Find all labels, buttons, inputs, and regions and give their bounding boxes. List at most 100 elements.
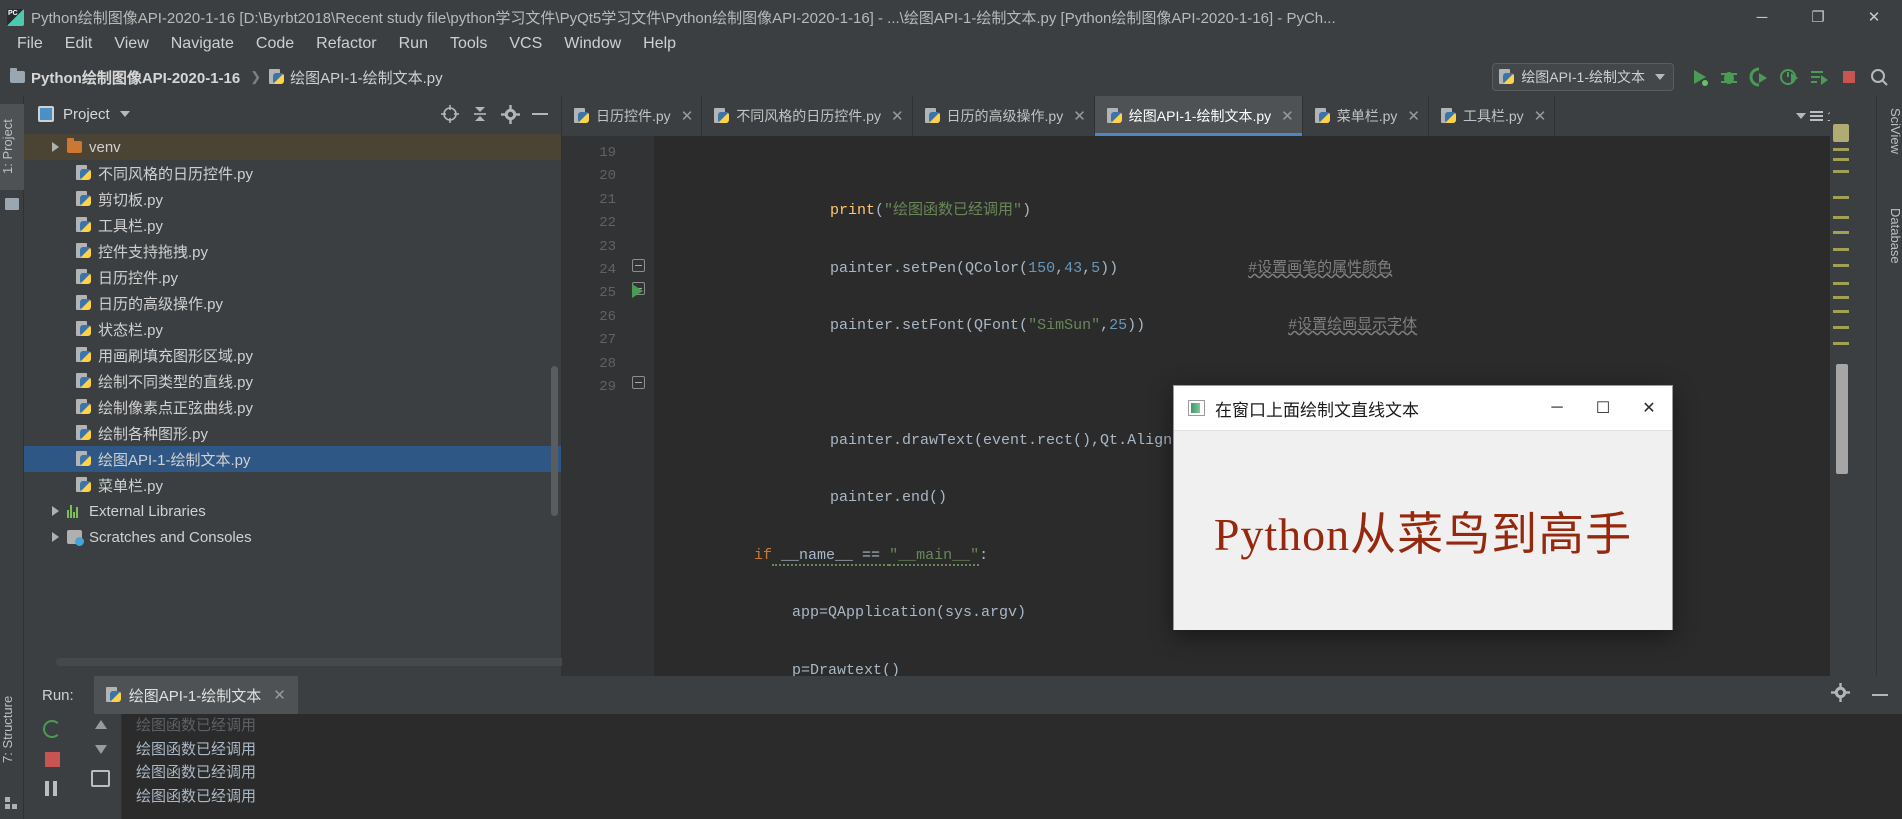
tree-item-scratches[interactable]: Scratches and Consoles — [24, 524, 561, 550]
pause-icon[interactable] — [45, 781, 59, 796]
sidebar-tab-sciview[interactable]: SciView — [1877, 102, 1902, 160]
close-icon[interactable]: ✕ — [891, 107, 904, 125]
hide-icon[interactable] — [525, 100, 555, 128]
maximize-button[interactable]: ❐ — [1790, 0, 1846, 34]
editor-tab-0[interactable]: 日历控件.py ✕ — [562, 96, 703, 136]
run-with-console-icon[interactable] — [1804, 63, 1834, 91]
tree-item-file[interactable]: 控件支持拖拽.py — [24, 238, 561, 264]
marker[interactable] — [1833, 296, 1849, 299]
run-gutter-icon[interactable] — [632, 284, 643, 298]
sidebar-tab-database[interactable]: Database — [1877, 202, 1902, 270]
editor-tab-4[interactable]: 菜单栏.py ✕ — [1303, 96, 1429, 136]
marker[interactable] — [1833, 196, 1849, 199]
gear-icon[interactable] — [1831, 683, 1850, 707]
close-icon[interactable]: ✕ — [681, 107, 694, 125]
popup-close-button[interactable]: ✕ — [1626, 386, 1672, 431]
chevron-right-icon[interactable] — [52, 506, 59, 516]
tree-item-file[interactable]: 用画刷填充图形区域.py — [24, 342, 561, 368]
code-folding-gutter[interactable] — [624, 136, 654, 676]
marker-current[interactable] — [1833, 124, 1849, 142]
editor-tab-2[interactable]: 日历的高级操作.py ✕ — [913, 96, 1095, 136]
breadcrumb-file[interactable]: 绘图API-1-绘制文本.py — [269, 67, 443, 88]
close-icon[interactable]: ✕ — [1073, 107, 1086, 125]
close-icon[interactable]: ✕ — [1281, 107, 1294, 125]
run-console-output[interactable]: 绘图函数已经调用 绘图函数已经调用 绘图函数已经调用 绘图函数已经调用 — [122, 714, 1902, 819]
tree-item-file[interactable]: 日历的高级操作.py — [24, 290, 561, 316]
menu-run[interactable]: Run — [388, 33, 439, 55]
popup-minimize-button[interactable]: ─ — [1534, 386, 1580, 431]
coverage-icon[interactable] — [1744, 63, 1774, 91]
menu-help[interactable]: Help — [632, 33, 687, 55]
search-icon[interactable] — [1864, 63, 1894, 91]
tree-item-file-selected[interactable]: 绘图API-1-绘制文本.py — [24, 446, 561, 472]
debug-icon[interactable] — [1714, 63, 1744, 91]
fold-marker-icon[interactable] — [632, 376, 645, 389]
stop-icon[interactable] — [44, 752, 60, 767]
tree-item-venv[interactable]: venv — [24, 134, 561, 160]
gear-icon[interactable] — [495, 100, 525, 128]
chevron-right-icon[interactable] — [52, 142, 59, 152]
menu-window[interactable]: Window — [553, 33, 632, 55]
tree-item-file[interactable]: 工具栏.py — [24, 212, 561, 238]
marker[interactable] — [1833, 170, 1849, 173]
tree-item-file[interactable]: 状态栏.py — [24, 316, 561, 342]
tree-item-file[interactable]: 日历控件.py — [24, 264, 561, 290]
chevron-down-icon[interactable] — [1655, 74, 1665, 80]
run-session-tab[interactable]: 绘图API-1-绘制文本 ✕ — [93, 676, 298, 714]
menu-file[interactable]: File — [6, 33, 54, 55]
project-vertical-scrollbar[interactable] — [551, 366, 558, 516]
chevron-down-icon[interactable] — [119, 111, 130, 117]
stop-icon[interactable] — [1834, 63, 1864, 91]
tree-item-file[interactable]: 菜单栏.py — [24, 472, 561, 498]
minimize-button[interactable]: ─ — [1734, 0, 1790, 34]
menu-navigate[interactable]: Navigate — [160, 33, 245, 55]
editor-vertical-scrollbar[interactable] — [1836, 364, 1848, 474]
marker[interactable] — [1833, 248, 1849, 251]
soft-wrap-icon[interactable] — [91, 770, 110, 787]
profile-icon[interactable] — [1774, 63, 1804, 91]
fold-marker-icon[interactable] — [632, 259, 645, 272]
menu-code[interactable]: Code — [245, 33, 305, 55]
menu-edit[interactable]: Edit — [54, 33, 104, 55]
pyqt-popup-window[interactable]: 在窗口上面绘制文直线文本 ─ ☐ ✕ Python从菜鸟到高手 — [1173, 385, 1673, 630]
locate-icon[interactable] — [435, 100, 465, 128]
tree-item-external-libraries[interactable]: External Libraries — [24, 498, 561, 524]
editor-tab-5[interactable]: 工具栏.py ✕ — [1429, 96, 1556, 136]
menu-view[interactable]: View — [103, 33, 159, 55]
run-configuration-selector[interactable]: 绘图API-1-绘制文本 — [1492, 63, 1674, 91]
marker[interactable] — [1833, 342, 1849, 345]
marker[interactable] — [1833, 264, 1849, 267]
close-icon[interactable]: ✕ — [1407, 107, 1420, 125]
tree-item-file[interactable]: 绘制像素点正弦曲线.py — [24, 394, 561, 420]
folder-icon[interactable] — [5, 198, 19, 210]
marker[interactable] — [1833, 326, 1849, 329]
editor-tab-3-active[interactable]: 绘图API-1-绘制文本.py ✕ — [1094, 96, 1303, 136]
tree-item-file[interactable]: 绘制不同类型的直线.py — [24, 368, 561, 394]
editor-marker-lane[interactable] — [1830, 96, 1852, 676]
structure-icon[interactable] — [5, 796, 19, 809]
marker[interactable] — [1833, 148, 1849, 151]
marker[interactable] — [1833, 282, 1849, 285]
breadcrumb-project[interactable]: Python绘制图像API-2020-1-16 — [10, 67, 240, 88]
marker[interactable] — [1833, 158, 1849, 161]
up-arrow-icon[interactable] — [94, 720, 107, 729]
popup-maximize-button[interactable]: ☐ — [1580, 386, 1626, 431]
close-icon[interactable]: ✕ — [273, 686, 286, 704]
close-icon[interactable]: ✕ — [1534, 107, 1547, 125]
marker[interactable] — [1833, 231, 1849, 234]
chevron-down-icon[interactable] — [1795, 113, 1806, 119]
menu-vcs[interactable]: VCS — [498, 33, 553, 55]
tree-item-file[interactable]: 绘制各种图形.py — [24, 420, 561, 446]
menu-refactor[interactable]: Refactor — [305, 33, 387, 55]
sidebar-tab-structure[interactable]: 7: Structure — [0, 674, 24, 784]
tree-item-file[interactable]: 剪切板.py — [24, 186, 561, 212]
hide-icon[interactable] — [1872, 694, 1888, 696]
chevron-right-icon[interactable] — [52, 532, 59, 542]
rerun-icon[interactable] — [43, 720, 61, 738]
menu-tools[interactable]: Tools — [439, 33, 498, 55]
run-icon[interactable] — [1684, 63, 1714, 91]
close-button[interactable]: ✕ — [1846, 0, 1902, 34]
marker[interactable] — [1833, 216, 1849, 219]
project-horizontal-scrollbar[interactable] — [56, 658, 578, 666]
down-arrow-icon[interactable] — [94, 745, 107, 754]
